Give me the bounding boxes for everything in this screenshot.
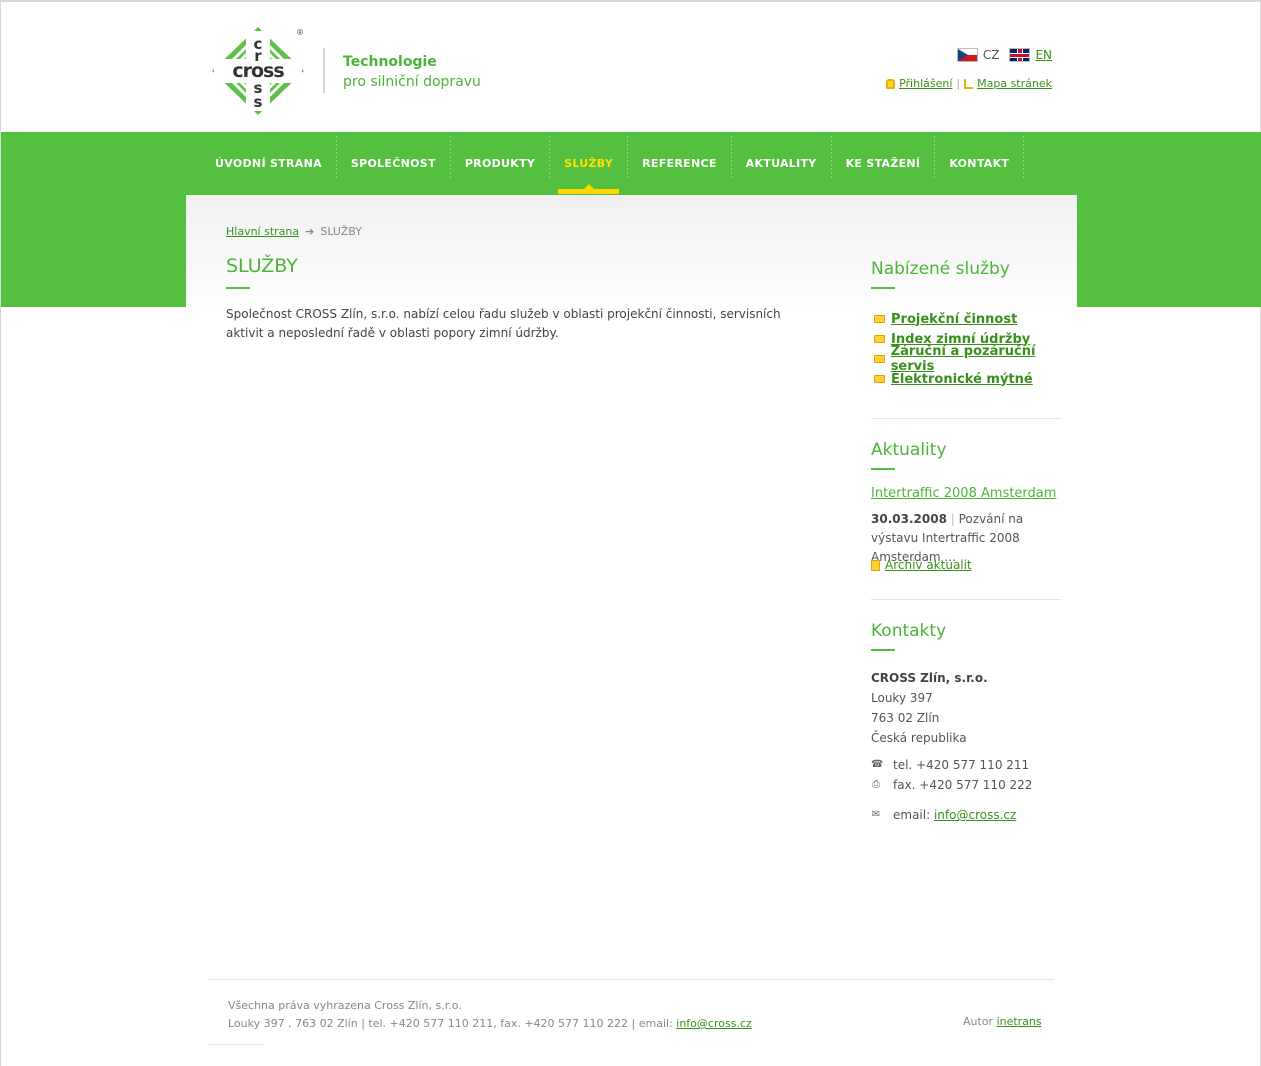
contact-email-label: email: (893, 808, 931, 822)
login-link[interactable]: Přihlášení (899, 77, 952, 90)
breadcrumb: Hlavní strana ➔ SLUŽBY (226, 225, 362, 238)
phone-icon: ☎ (871, 759, 884, 770)
news-item-title: Intertraffic 2008 Amsterdam (871, 486, 1056, 501)
language-switcher: CZ EN (956, 48, 1052, 62)
news-archive: Archiv aktualit (871, 558, 972, 572)
services-heading: Nabízené služby (871, 259, 1010, 279)
footer-email-link[interactable]: info@cross.cz (676, 1017, 751, 1030)
tagline-divider (323, 48, 325, 93)
nav-item-downloads[interactable]: KE STAŽENÍ (832, 132, 935, 194)
folder-icon (874, 335, 885, 343)
lock-icon (886, 78, 896, 89)
breadcrumb-home-link[interactable]: Hlavní strana (226, 225, 299, 238)
breadcrumb-current: SLUŽBY (320, 225, 362, 238)
contacts-heading: Kontakty (871, 621, 947, 641)
footer-author-link[interactable]: inetrans (997, 1015, 1042, 1028)
en-flag-icon (1009, 48, 1031, 62)
news-date: 30.03.2008 (871, 512, 947, 526)
nav-item-references[interactable]: REFERENCE (628, 132, 731, 194)
service-link[interactable]: Elektronické mýtné (891, 372, 1033, 387)
header: c r cross s s ® Technologie pro silniční… (1, 2, 1261, 132)
service-link[interactable]: Projekční činnost (891, 312, 1017, 327)
nav-item-services[interactable]: SLUŽBY (550, 132, 627, 194)
footer-stub-divider (209, 1044, 263, 1045)
news-item-link[interactable]: Intertraffic 2008 Amsterdam (871, 486, 1056, 501)
top-links-separator: | (956, 77, 961, 90)
contact-country: Česká republika (871, 731, 967, 745)
contact-phone: ☎ tel. +420 577 110 211 (871, 758, 1029, 772)
sitemap-icon (964, 78, 974, 89)
footer-address: Louky 397 , 763 02 Zlín | tel. +420 577 … (228, 1017, 673, 1030)
contact-address: CROSS Zlín, s.r.o. Louky 397 763 02 Zlín… (871, 668, 988, 748)
folder-icon (874, 355, 885, 363)
services-underline (871, 287, 895, 289)
title-underline (226, 287, 250, 289)
breadcrumb-arrow-icon: ➔ (305, 225, 315, 238)
content-panel: Hlavní strana ➔ SLUŽBY SLUŽBY Společnost… (186, 195, 1077, 955)
sidebar-divider (871, 599, 1061, 600)
contact-fax-value: fax. +420 577 110 222 (893, 778, 1033, 792)
contact-email-link[interactable]: info@cross.cz (934, 808, 1016, 822)
cross-logo-icon[interactable]: c r cross s s ® (212, 27, 304, 115)
main-nav: ÚVODNÍ STRANA SPOLEČNOST PRODUKTY SLUŽBY… (201, 132, 1025, 194)
contact-street: Louky 397 (871, 691, 933, 705)
list-item: Projekční činnost (874, 309, 1077, 329)
nav-item-company[interactable]: SPOLEČNOST (337, 132, 450, 194)
folder-icon (874, 375, 885, 383)
tagline-line2: pro silniční dopravu (343, 74, 481, 90)
nav-item-products[interactable]: PRODUKTY (451, 132, 549, 194)
lang-cz[interactable]: CZ (956, 48, 1000, 62)
svg-text:s: s (254, 93, 263, 111)
top-links: Přihlášení | Mapa stránek (886, 77, 1052, 90)
footer-info: Všechna práva vyhrazena Cross Zlín, s.r.… (228, 997, 752, 1033)
footer-author: Autor inetrans (963, 1015, 1042, 1028)
svg-text:®: ® (296, 28, 304, 37)
document-icon (871, 559, 880, 571)
page-title: SLUŽBY (226, 255, 298, 277)
contact-tel: tel. +420 577 110 211 (893, 758, 1030, 772)
mail-icon: ✉ (871, 809, 881, 820)
tagline-line1: Technologie (343, 54, 437, 70)
news-underline (871, 468, 895, 470)
sidebar-divider (871, 418, 1061, 419)
footer-author-label: Autor (963, 1015, 994, 1028)
news-archive-link[interactable]: Archiv aktualit (885, 558, 972, 572)
intro-text: Společnost CROSS Zlín, s.r.o. nabízí cel… (226, 307, 781, 340)
services-list: Projekční činnost Index zimní údržby Zár… (874, 309, 1077, 389)
nav-item-contact[interactable]: KONTAKT (935, 132, 1023, 194)
contacts-underline (871, 649, 895, 651)
news-heading: Aktuality (871, 440, 947, 460)
list-item: Záruční a pozáruční servis (874, 344, 1077, 374)
folder-icon (874, 315, 885, 323)
contact-city: 763 02 Zlín (871, 711, 940, 725)
footer-divider (209, 979, 1054, 980)
nav-item-news[interactable]: AKTUALITY (732, 132, 831, 194)
footer-rights: Všechna práva vyhrazena Cross Zlín, s.r.… (228, 999, 462, 1012)
news-separator: | (950, 512, 955, 526)
cz-flag-icon (956, 48, 978, 62)
service-link[interactable]: Záruční a pozáruční servis (891, 344, 1077, 374)
contact-fax: ⎙ fax. +420 577 110 222 (871, 778, 1032, 792)
tagline: Technologie pro silniční dopravu (343, 52, 481, 92)
contact-company: CROSS Zlín, s.r.o. (871, 671, 988, 685)
contact-email: ✉ email: info@cross.cz (871, 808, 1017, 822)
lang-en[interactable]: EN (1009, 48, 1052, 62)
lang-cz-label: CZ (982, 48, 1000, 62)
nav-item-home[interactable]: ÚVODNÍ STRANA (201, 132, 336, 194)
lang-en-link[interactable]: EN (1035, 48, 1052, 62)
sitemap-link[interactable]: Mapa stránek (977, 77, 1052, 90)
nav-separator (1023, 136, 1025, 180)
fax-icon: ⎙ (872, 779, 880, 790)
